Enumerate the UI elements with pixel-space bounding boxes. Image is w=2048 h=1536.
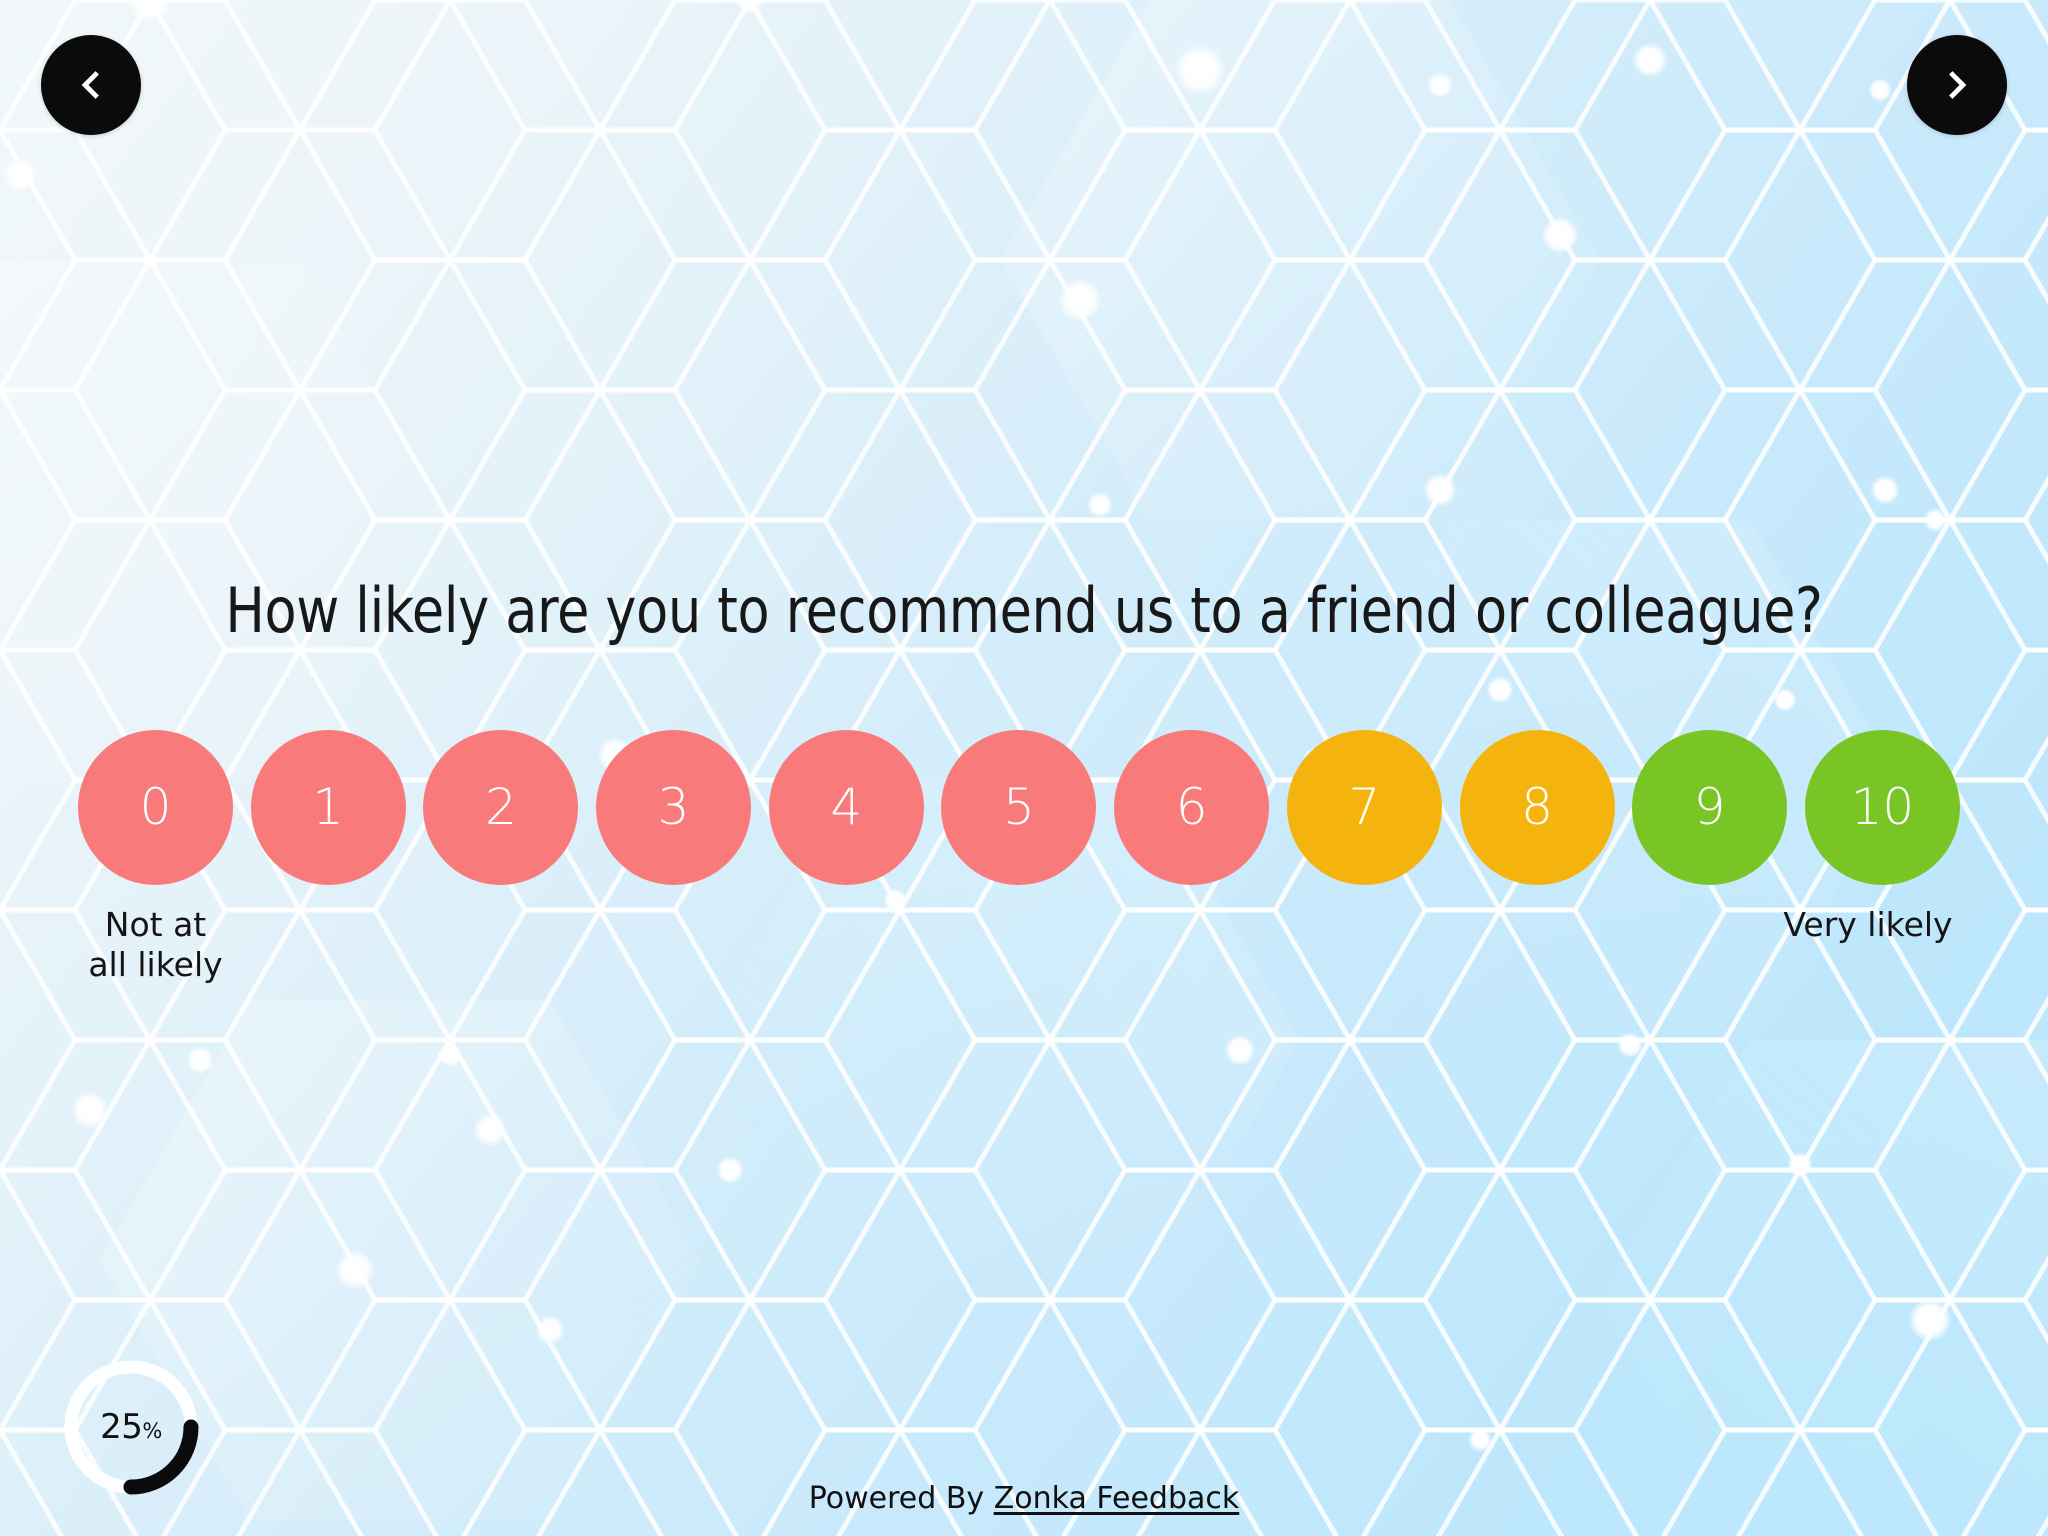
- chevron-right-icon: [1949, 71, 1967, 99]
- nps-option-3[interactable]: 3: [596, 730, 752, 885]
- previous-question-button[interactable]: [41, 35, 141, 135]
- nps-option-label: 10: [1850, 777, 1915, 836]
- chevron-left-icon: [81, 71, 99, 99]
- progress-value: 25: [100, 1407, 143, 1447]
- nps-option-label: 7: [1348, 777, 1381, 836]
- survey-footer: Powered By Zonka Feedback: [0, 1481, 2048, 1516]
- nps-option-10[interactable]: 10: [1804, 730, 1960, 885]
- nps-option-0[interactable]: 0: [78, 730, 233, 885]
- footer-brand-link[interactable]: Zonka Feedback: [994, 1481, 1240, 1516]
- nps-option-label: 9: [1693, 777, 1726, 836]
- nps-option-label: 4: [830, 777, 863, 836]
- nps-option-1[interactable]: 1: [250, 730, 406, 885]
- progress-text: 25 %: [57, 1353, 205, 1501]
- footer-prefix-text: Powered By: [808, 1481, 994, 1516]
- nps-option-label: 3: [657, 777, 690, 836]
- nps-option-label: 6: [1175, 777, 1208, 836]
- nps-option-6[interactable]: 6: [1114, 730, 1270, 885]
- scale-high-anchor-label: Very likely: [1783, 905, 1953, 944]
- progress-indicator: 25 %: [57, 1353, 205, 1501]
- nps-option-7[interactable]: 7: [1286, 730, 1442, 885]
- nps-option-label: 1: [312, 777, 345, 836]
- nps-option-9[interactable]: 9: [1632, 730, 1788, 885]
- scale-low-anchor-label: Not at all likely: [28, 905, 283, 986]
- scale-low-anchor-line-2: all likely: [88, 945, 223, 985]
- scale-low-anchor-line-1: Not at: [104, 905, 207, 944]
- question-title: How likely are you to recommend us to a …: [225, 574, 1823, 647]
- next-question-button[interactable]: [1907, 35, 2007, 135]
- survey-content: How likely are you to recommend us to a …: [0, 0, 2048, 1536]
- nps-option-4[interactable]: 4: [768, 730, 924, 885]
- nps-scale: 0 1 2 3 4 5 6 7 8 9 10: [78, 730, 1960, 885]
- nps-option-label: 8: [1521, 777, 1553, 836]
- nps-option-2[interactable]: 2: [423, 730, 579, 885]
- nps-option-label: 5: [1003, 777, 1035, 836]
- progress-unit: %: [142, 1419, 162, 1443]
- nps-option-8[interactable]: 8: [1459, 730, 1615, 885]
- nps-option-label: 0: [139, 777, 172, 836]
- nps-option-5[interactable]: 5: [941, 730, 1097, 885]
- nps-option-label: 2: [484, 777, 517, 836]
